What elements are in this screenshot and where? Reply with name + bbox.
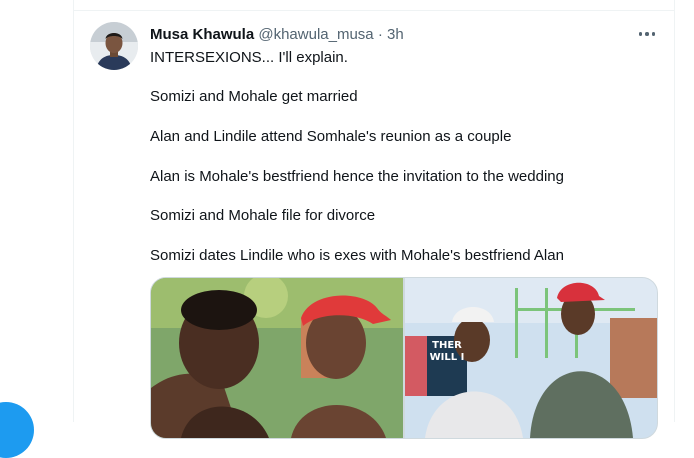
tweet-header: Musa Khawula @khawula_musa · 3h <box>150 26 662 44</box>
tweet-photo-1[interactable] <box>151 278 403 438</box>
tweet-text-line: Alan and Lindile attend Somhale's reunio… <box>150 128 512 145</box>
tweet-photo-2[interactable]: THER WILL I <box>405 278 657 438</box>
tweet-text-line: Somizi dates Lindile who is exes with Mo… <box>150 247 564 264</box>
divider <box>74 10 674 11</box>
photo-sign-text: THER WILL I <box>429 340 465 363</box>
more-horizontal-icon <box>638 32 643 36</box>
left-navigation-area <box>0 0 73 458</box>
more-horizontal-icon <box>651 32 656 36</box>
tweet-text-line: Alan is Mohale's bestfriend hence the in… <box>150 168 564 185</box>
separator-dot: · <box>377 26 383 43</box>
tweet-text-line: Somizi and Mohale get married <box>150 88 358 105</box>
more-horizontal-icon <box>645 32 649 36</box>
more-options-button[interactable] <box>634 24 660 44</box>
avatar[interactable] <box>90 22 138 70</box>
tweet-text-line: INTERSEXIONS... I'll explain. <box>150 49 348 66</box>
user-handle[interactable]: @khawula_musa <box>258 26 373 43</box>
timeline-column: Musa Khawula @khawula_musa · 3h INTERSEX… <box>73 0 675 439</box>
tweet-timestamp[interactable]: 3h <box>387 26 404 43</box>
compose-tweet-button[interactable] <box>0 402 34 458</box>
display-name[interactable]: Musa Khawula <box>150 26 254 43</box>
tweet-media-grid: THER WILL I <box>150 277 658 439</box>
tweet-text-line: Somizi and Mohale file for divorce <box>150 207 376 224</box>
